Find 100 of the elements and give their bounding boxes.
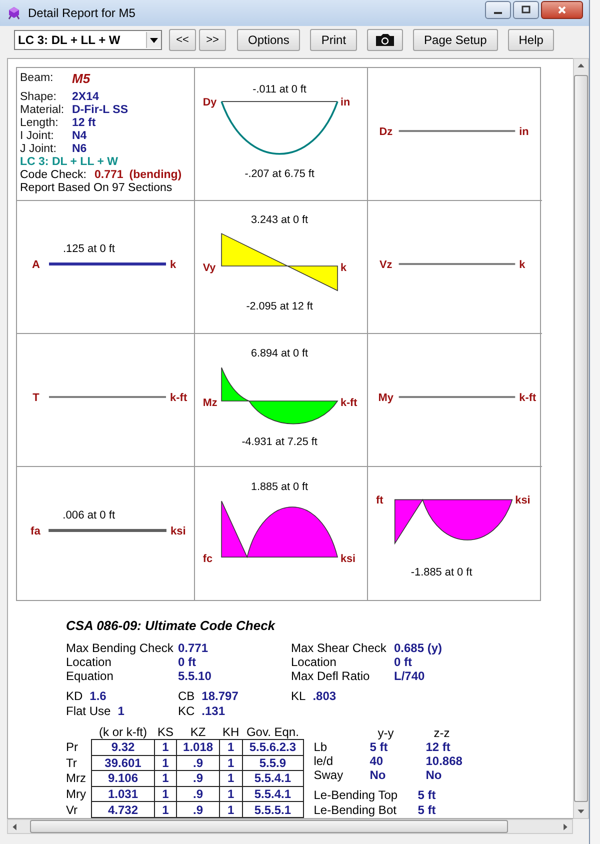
max-value-label: 6.894 at 0 ft — [251, 348, 308, 360]
toolbar-button[interactable]: Options — [237, 28, 300, 51]
toolbar-button[interactable]: >> — [199, 28, 226, 51]
code-check-value: 0.771 — [94, 169, 124, 182]
section-title: CSA 086-09: Ultimate Code Check — [66, 618, 276, 633]
camera-icon — [375, 32, 396, 47]
axis-label: Mz — [202, 396, 218, 409]
table-cell: 1 — [220, 786, 242, 802]
axis-label: fc — [202, 553, 212, 565]
table-cell: 1 — [154, 755, 177, 771]
table-cell: 5.5.4.1 — [242, 786, 304, 802]
min-value-label: -4.931 at 7.25 ft — [242, 436, 318, 448]
field-value: 2X14 — [72, 91, 99, 104]
toolbar-button[interactable]: << — [169, 28, 196, 51]
toolbar-button[interactable]: Help — [508, 28, 554, 51]
field-label: J Joint: — [20, 143, 58, 156]
field-value: 12 ft — [72, 117, 96, 130]
max-value-label: .006 at 0 ft — [62, 509, 116, 522]
field-label: I Joint: — [20, 130, 55, 143]
table-cell: 5.5.9 — [242, 755, 304, 771]
field-value: 40 — [370, 754, 384, 768]
sections-note: Report Based On 97 Sections — [20, 182, 174, 195]
table-cell: 5.5.5.1 — [242, 802, 304, 818]
field-value: 0 ft — [394, 655, 413, 669]
field-label: le/d — [314, 754, 334, 768]
table-cell: 4.732 — [92, 802, 154, 818]
field-label: Sway — [314, 768, 344, 782]
row-header: Pr — [66, 740, 92, 756]
unit-label: k-ft — [170, 392, 188, 404]
field-label: Max Defl Ratio — [291, 669, 371, 683]
field-value: 5 ft — [418, 788, 437, 803]
table-cell: 1 — [220, 755, 242, 771]
field-value: N6 — [72, 143, 87, 156]
table-cell: 39.601 — [92, 755, 154, 771]
beam-name: M5 — [72, 72, 90, 85]
cube-icon — [6, 4, 22, 21]
field-label: Beam: — [20, 72, 54, 85]
table-cell: 1.031 — [92, 786, 154, 802]
field-value: L/740 — [394, 669, 426, 683]
field-value: D-Fir-L SS — [72, 104, 128, 117]
axis-label: Dz — [379, 126, 393, 138]
table-cell: .9 — [176, 770, 220, 786]
row-header: Mrz — [66, 770, 92, 786]
row-header: Mry — [66, 786, 92, 802]
column-header: z-z — [432, 726, 451, 740]
factor-label: CB — [178, 689, 195, 704]
unit-label: ksi — [170, 526, 186, 538]
scroll-thumb[interactable] — [30, 820, 508, 833]
horizontal-scrollbar[interactable] — [7, 819, 573, 834]
unit-label: k — [519, 259, 526, 271]
axis-label: A — [32, 259, 40, 271]
field-value: No — [426, 768, 443, 782]
table-cell: 9.32 — [92, 740, 154, 756]
table-cell: 1 — [154, 770, 177, 786]
unit-label: ksi — [515, 494, 530, 507]
column-header: y-y — [376, 726, 395, 740]
load-combination-dropdown[interactable]: LC 3: DL + LL + W — [14, 30, 162, 50]
axis-label: Dy — [202, 96, 217, 108]
close-icon — [557, 4, 567, 15]
field-label: Location — [66, 655, 112, 669]
factor-label: KL — [291, 689, 306, 704]
max-value-label: -.011 at 0 ft — [252, 84, 306, 96]
toolbar-button[interactable]: Page Setup — [413, 28, 498, 51]
minimize-button[interactable] — [485, 0, 511, 19]
field-label: Le-Bending Top — [314, 788, 399, 803]
code-check-note: (bending) — [129, 169, 182, 182]
row-header: Tr — [66, 755, 92, 771]
table-cell: 1 — [220, 770, 242, 786]
factor-value: 1.6 — [90, 689, 106, 704]
column-header: KZ — [176, 726, 220, 740]
field-value: 0.685 (y) — [394, 641, 444, 655]
table-cell: 5.5.4.1 — [242, 770, 304, 786]
minimize-icon — [494, 12, 502, 14]
min-value-label: -2.095 at 12 ft — [246, 300, 313, 312]
field-label: Shape: — [20, 91, 58, 104]
camera-button[interactable] — [367, 28, 404, 51]
min-value-label: -.207 at 6.75 ft — [244, 168, 314, 180]
field-label: Max Shear Check — [291, 641, 388, 655]
toolbar-button[interactable]: Print — [310, 28, 358, 51]
max-value-label: 3.243 at 0 ft — [251, 214, 308, 226]
field-label: Length: — [20, 117, 60, 130]
field-value: 12 ft — [426, 740, 452, 754]
scroll-thumb[interactable] — [574, 75, 588, 802]
column-header: KS — [154, 726, 177, 740]
unit-label: in — [340, 96, 350, 108]
factor-label: KC — [178, 704, 195, 719]
unit-label: k — [340, 262, 346, 274]
vertical-scrollbar[interactable] — [573, 58, 589, 819]
factor-value: .131 — [202, 704, 226, 719]
window-title: Detail Report for M5 — [28, 6, 136, 20]
column-header: (k or k-ft) — [92, 726, 154, 740]
field-value: 5 ft — [370, 740, 389, 754]
close-button[interactable] — [541, 0, 583, 19]
field-label: Le-Bending Bot — [314, 803, 398, 818]
factor-value: 1 — [118, 704, 124, 719]
table-cell: 5.5.6.2.3 — [242, 740, 304, 756]
factor-label: KD — [66, 689, 83, 704]
axis-label: ft — [376, 494, 384, 507]
table-cell: .9 — [176, 802, 220, 818]
maximize-button[interactable] — [513, 0, 539, 19]
